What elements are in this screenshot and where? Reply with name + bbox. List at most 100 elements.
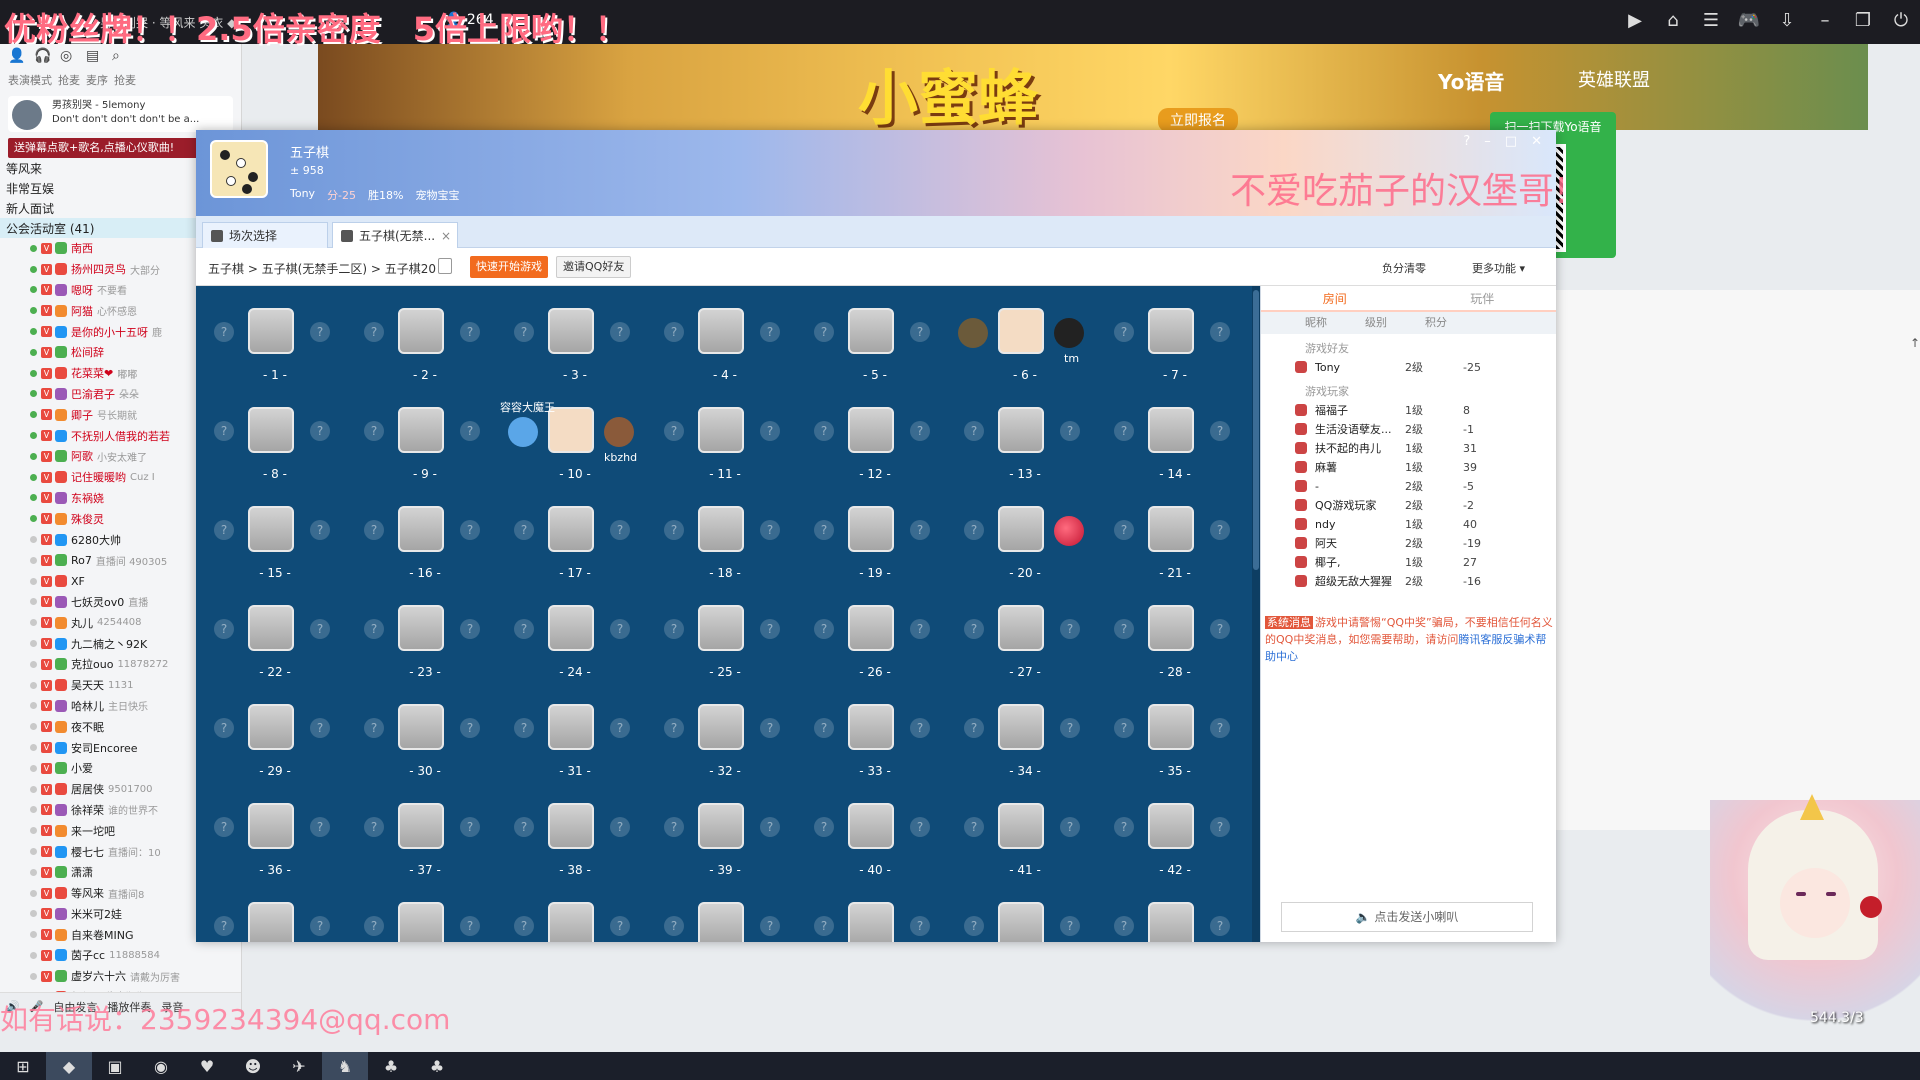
game-table[interactable]: ?? - 41 - bbox=[950, 783, 1100, 882]
game-table[interactable]: ?? - 5 - bbox=[800, 288, 950, 387]
game-table[interactable]: ?? - 25 - bbox=[650, 585, 800, 684]
empty-seat-left[interactable]: ? bbox=[1114, 421, 1134, 441]
empty-seat-right[interactable]: ? bbox=[760, 322, 780, 342]
empty-seat-left[interactable]: ? bbox=[964, 520, 984, 540]
minimize-icon[interactable]: – bbox=[1484, 134, 1491, 149]
game-table[interactable]: ?? bbox=[800, 882, 950, 942]
game-table[interactable]: ?? - 9 - bbox=[350, 387, 500, 486]
empty-seat-left[interactable]: ? bbox=[814, 718, 834, 738]
empty-seat-left[interactable]: ? bbox=[1114, 322, 1134, 342]
tab-playmates[interactable]: 玩伴 bbox=[1409, 286, 1557, 310]
invite-qq-button[interactable]: 邀请QQ好友 bbox=[556, 256, 632, 278]
empty-seat-left[interactable]: ? bbox=[364, 916, 384, 936]
game-table[interactable]: ?? - 4 - bbox=[650, 288, 800, 387]
empty-seat-right[interactable]: ? bbox=[760, 520, 780, 540]
table-board[interactable] bbox=[998, 506, 1044, 552]
game-table[interactable]: ?? - 37 - bbox=[350, 783, 500, 882]
tab-session-select[interactable]: 场次选择 bbox=[202, 222, 328, 248]
empty-seat-left[interactable]: ? bbox=[664, 718, 684, 738]
table-board[interactable] bbox=[848, 704, 894, 750]
video-icon[interactable]: ▶ bbox=[1622, 8, 1648, 34]
tab-grab-2[interactable]: 抢麦 bbox=[114, 72, 136, 88]
empty-seat-left[interactable]: ? bbox=[814, 421, 834, 441]
tab-room[interactable]: 房间 bbox=[1261, 286, 1409, 310]
member-item[interactable]: V 虚岁六十六 请戴为厉害 bbox=[0, 966, 241, 987]
table-board[interactable] bbox=[848, 308, 894, 354]
table-board[interactable] bbox=[548, 506, 594, 552]
taskbar-app-2[interactable]: ▣ bbox=[92, 1052, 138, 1080]
game-table[interactable]: ?? - 29 - bbox=[200, 684, 350, 783]
game-table[interactable]: ?? - 13 - bbox=[950, 387, 1100, 486]
close-icon[interactable]: ✕ bbox=[1531, 134, 1542, 149]
tab-close-icon[interactable]: × bbox=[441, 223, 451, 249]
table-board[interactable] bbox=[398, 605, 444, 651]
table-board[interactable] bbox=[398, 407, 444, 453]
table-board[interactable] bbox=[398, 902, 444, 942]
table-board[interactable] bbox=[548, 605, 594, 651]
group-friends[interactable]: 游戏好友 bbox=[1261, 334, 1557, 358]
power-icon[interactable]: ⏻ bbox=[1888, 8, 1914, 34]
empty-seat-right[interactable]: ? bbox=[610, 322, 630, 342]
table-board[interactable] bbox=[848, 506, 894, 552]
empty-seat-left[interactable]: ? bbox=[964, 817, 984, 837]
player-avatar[interactable] bbox=[1054, 318, 1084, 348]
help-icon[interactable]: ? bbox=[1463, 134, 1470, 149]
empty-seat-right[interactable]: ? bbox=[460, 520, 480, 540]
empty-seat-right[interactable]: ? bbox=[310, 619, 330, 639]
empty-seat-right[interactable]: ? bbox=[460, 916, 480, 936]
empty-seat-right[interactable]: ? bbox=[310, 520, 330, 540]
empty-seat-right[interactable]: ? bbox=[760, 718, 780, 738]
empty-seat-right[interactable]: ? bbox=[610, 916, 630, 936]
empty-seat-right[interactable]: ? bbox=[910, 619, 930, 639]
empty-seat-left[interactable]: ? bbox=[364, 421, 384, 441]
player-avatar[interactable] bbox=[508, 417, 538, 447]
empty-seat-right[interactable]: ? bbox=[610, 817, 630, 837]
tab-gomoku-room[interactable]: 五子棋(无禁... × bbox=[332, 222, 458, 248]
empty-seat-left[interactable]: ? bbox=[1114, 916, 1134, 936]
table-board[interactable] bbox=[1148, 803, 1194, 849]
table-board[interactable] bbox=[398, 704, 444, 750]
empty-seat-right[interactable]: ? bbox=[910, 916, 930, 936]
table-board[interactable] bbox=[998, 605, 1044, 651]
empty-seat-right[interactable]: ? bbox=[910, 817, 930, 837]
table-board[interactable] bbox=[698, 803, 744, 849]
empty-seat-left[interactable]: ? bbox=[664, 619, 684, 639]
empty-seat-left[interactable]: ? bbox=[964, 916, 984, 936]
empty-seat-right[interactable]: ? bbox=[1210, 817, 1230, 837]
empty-seat-left[interactable]: ? bbox=[814, 916, 834, 936]
table-board[interactable] bbox=[248, 506, 294, 552]
copy-icon[interactable] bbox=[438, 258, 452, 274]
empty-seat-left[interactable]: ? bbox=[664, 520, 684, 540]
table-board[interactable] bbox=[698, 308, 744, 354]
empty-seat-left[interactable]: ? bbox=[514, 520, 534, 540]
empty-seat-right[interactable]: ? bbox=[310, 817, 330, 837]
member-item[interactable]: V 茵子cc 11888584 bbox=[0, 945, 241, 966]
empty-seat-left[interactable]: ? bbox=[664, 817, 684, 837]
game-table[interactable]: ??- 20 - bbox=[950, 486, 1100, 585]
empty-seat-left[interactable]: ? bbox=[1114, 817, 1134, 837]
table-board[interactable] bbox=[1148, 605, 1194, 651]
game-table[interactable]: ?? - 39 - bbox=[650, 783, 800, 882]
taskbar-app-5[interactable]: ☻ bbox=[230, 1052, 276, 1080]
board-scrollbar[interactable] bbox=[1252, 286, 1260, 942]
table-board[interactable] bbox=[1148, 308, 1194, 354]
empty-seat-left[interactable]: ? bbox=[214, 817, 234, 837]
taskbar-app-7[interactable]: ♞ bbox=[322, 1052, 368, 1080]
empty-seat-left[interactable]: ? bbox=[214, 421, 234, 441]
table-board[interactable] bbox=[848, 605, 894, 651]
game-table[interactable]: ?? - 27 - bbox=[950, 585, 1100, 684]
table-board[interactable] bbox=[998, 803, 1044, 849]
game-table[interactable]: ?? - 15 - bbox=[200, 486, 350, 585]
player-avatar[interactable] bbox=[1054, 516, 1084, 546]
table-board[interactable] bbox=[1148, 704, 1194, 750]
tab-grab[interactable]: 抢麦 bbox=[58, 72, 80, 88]
table-board[interactable] bbox=[1148, 407, 1194, 453]
table-board[interactable] bbox=[548, 308, 594, 354]
table-board[interactable] bbox=[698, 902, 744, 942]
send-horn-button[interactable]: 🔈 点击发送小喇叭 bbox=[1281, 902, 1533, 932]
empty-seat-left[interactable]: ? bbox=[664, 421, 684, 441]
home-icon[interactable]: ⌂ bbox=[1660, 8, 1686, 34]
game-table[interactable]: ??- 6 -tm bbox=[950, 288, 1100, 387]
table-board[interactable] bbox=[848, 902, 894, 942]
empty-seat-right[interactable]: ? bbox=[760, 421, 780, 441]
